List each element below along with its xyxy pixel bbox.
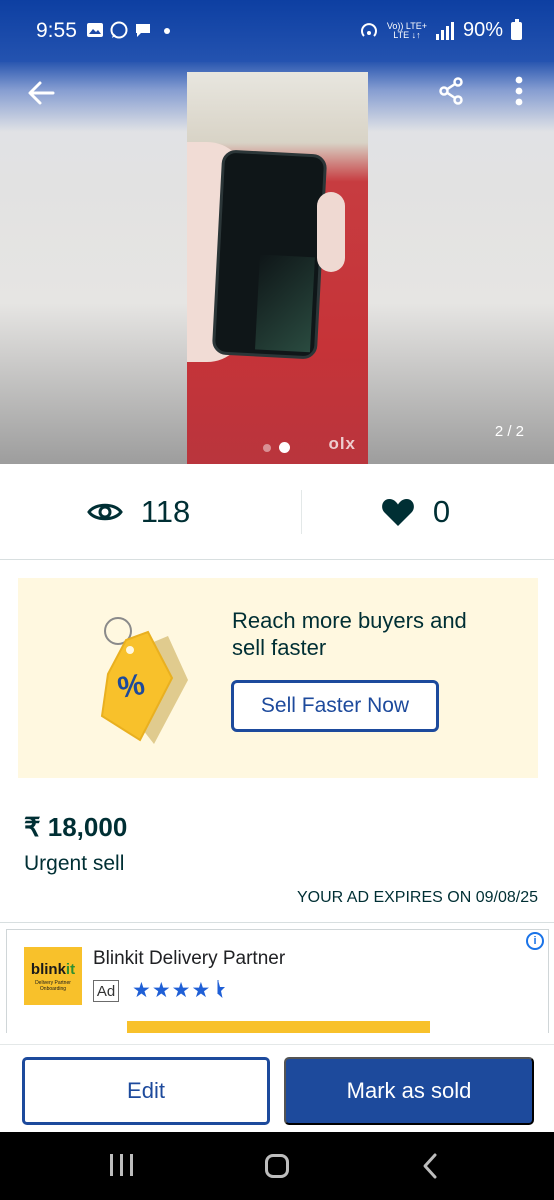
chat-icon	[136, 24, 150, 37]
gallery-icon	[87, 23, 103, 37]
system-navigation-bar	[0, 1132, 554, 1200]
back-button[interactable]	[24, 76, 58, 110]
ad-rating-stars: ★★★★	[132, 978, 226, 1003]
half-star-icon	[217, 980, 226, 998]
carousel-dots	[263, 442, 290, 453]
eye-icon	[86, 503, 123, 520]
arrow-left-icon	[28, 81, 55, 105]
ad-badge: Ad	[93, 980, 119, 1002]
mark-as-sold-button[interactable]: Mark as sold	[284, 1057, 534, 1125]
sponsored-ad[interactable]: blinkit Delivery Partner Onboarding Blin…	[6, 929, 549, 1033]
listing-stats: 118 0	[0, 464, 554, 560]
signal-icon	[435, 21, 454, 40]
photo-finger	[317, 192, 345, 272]
likes-stat: 0	[277, 464, 554, 559]
share-icon	[439, 77, 463, 105]
recent-apps-icon	[110, 1154, 113, 1176]
heart-icon	[381, 498, 414, 526]
status-time: 9:55	[36, 19, 77, 42]
network-label: Vo)) LTE+ LTE ↓↑	[386, 20, 427, 40]
stats-divider	[301, 490, 302, 534]
ad-divider	[0, 922, 554, 923]
ad-logo-subtext: Delivery Partner Onboarding	[35, 979, 71, 992]
bottom-action-bar: Edit Mark as sold	[0, 1044, 554, 1132]
olx-watermark: olx	[328, 434, 356, 453]
listing-image-carousel[interactable]: olx 2 / 2	[0, 62, 554, 464]
ad-logo[interactable]: blinkit Delivery Partner Onboarding	[24, 947, 82, 1005]
status-bar: 9:55 Vo)) LTE+ LTE ↓↑ 90%	[0, 0, 554, 62]
views-stat: 118	[0, 464, 277, 559]
ad-logo-text-b: it	[65, 960, 76, 978]
listing-price: ₹ 18,000	[24, 812, 128, 842]
battery-percent: 90%	[462, 19, 503, 41]
likes-count: 0	[432, 493, 451, 529]
carousel-dot-active[interactable]	[279, 442, 290, 453]
photo-phone	[211, 149, 328, 360]
ad-expiry-notice: YOUR AD EXPIRES ON 09/08/25	[297, 889, 538, 906]
ad-banner-strip	[127, 1021, 430, 1033]
listing-title: Urgent sell	[24, 852, 125, 875]
image-counter: 2 / 2	[494, 423, 524, 440]
share-button[interactable]	[434, 74, 468, 108]
dot-icon	[164, 28, 170, 34]
battery-icon	[511, 18, 522, 40]
tag-percent: %	[115, 667, 148, 706]
ad-info-icon[interactable]: i	[526, 932, 544, 950]
more-options-button[interactable]	[504, 74, 534, 108]
listing-photo[interactable]: olx	[187, 72, 368, 464]
whatsapp-icon	[110, 21, 128, 39]
ad-logo-text-a: blink	[30, 960, 66, 978]
discount-tag-icon	[100, 617, 188, 744]
promo-banner: % Reach more buyers and sell faster Sell…	[18, 578, 538, 778]
promo-headline: Reach more buyers and sell faster	[232, 608, 467, 660]
views-count: 118	[140, 493, 191, 529]
ad-title[interactable]: Blinkit Delivery Partner	[93, 948, 285, 970]
home-button[interactable]	[265, 1154, 289, 1178]
carousel-dot[interactable]	[263, 443, 271, 452]
nav-back-icon[interactable]	[422, 1152, 438, 1180]
edit-button[interactable]: Edit	[22, 1057, 270, 1125]
hotspot-icon	[360, 22, 377, 37]
star-icons: ★★★★	[132, 979, 212, 1002]
notification-icons	[86, 21, 176, 39]
more-vertical-icon	[515, 76, 523, 106]
sell-faster-button[interactable]: Sell Faster Now	[231, 680, 439, 732]
status-right: Vo)) LTE+ LTE ↓↑ 90%	[359, 18, 522, 42]
recent-apps-button[interactable]	[110, 1154, 133, 1176]
